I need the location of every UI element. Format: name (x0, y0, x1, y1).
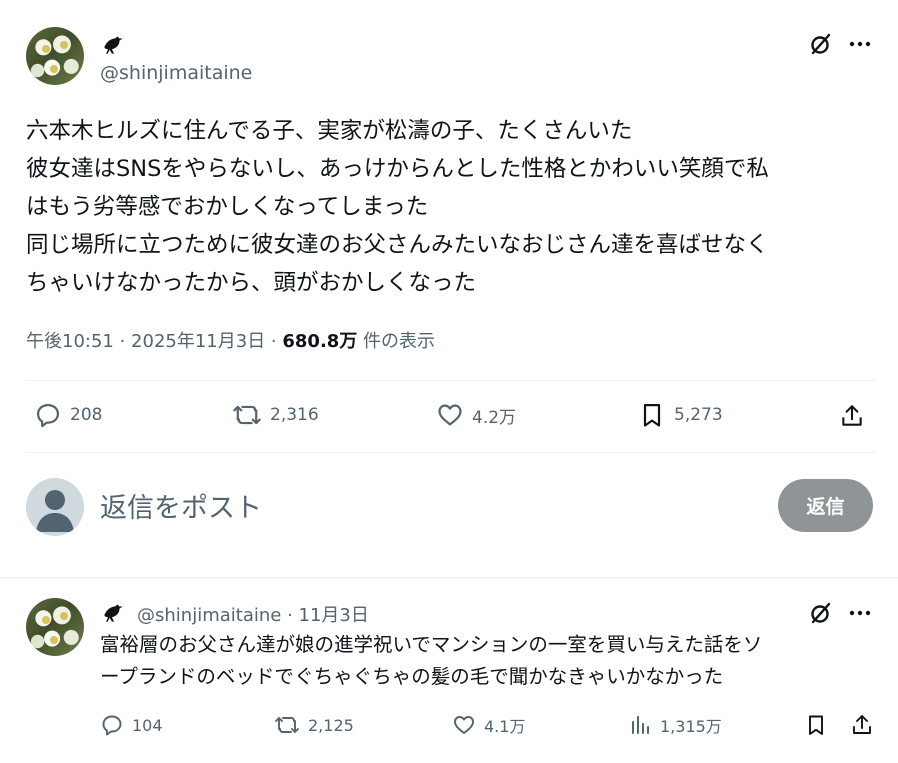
reply-button[interactable]: 104 (100, 713, 163, 737)
tweet-text-line: 六本木ヒルズに住んでる子、実家が松濤の子、たくさんいた (26, 118, 633, 144)
tweet-meta: 午後10:51 · 2025年11月3日 · 680.8万 件の表示 (26, 327, 435, 353)
tweet-text: 六本木ヒルズに住んでる子、実家が松濤の子、たくさんいた 彼女達はSNSをやらない… (26, 112, 876, 302)
view-count: 680.8万 (282, 331, 358, 352)
reply-tweet-text: 富裕層のお父さん達が娘の進学祝いでマンションの一室を買い与えた話をソ ープランド… (100, 629, 880, 693)
my-avatar[interactable] (26, 478, 84, 536)
reply-count: 208 (70, 405, 103, 425)
share-icon[interactable] (836, 400, 868, 432)
grok-icon[interactable] (806, 598, 836, 628)
tweet-text-line: 同じ場所に立つために彼女達のお父さんみたいなおじさん達を喜ばせなく (26, 232, 769, 258)
repost-count: 2,125 (308, 715, 354, 735)
like-button[interactable]: 4.2万 (436, 401, 516, 429)
reply-input[interactable]: 返信をポスト (100, 486, 262, 525)
heart-icon (438, 404, 462, 426)
reply-author-avatar[interactable] (26, 598, 84, 656)
crow-icon (104, 604, 123, 622)
reply-text-line: ープランドのベッドでぐちゃぐちゃの髪の毛で聞かなきゃいかなかった (100, 665, 724, 688)
repost-button[interactable]: 2,125 (274, 713, 354, 737)
separator-dot: · (281, 605, 299, 626)
bookmark-icon (643, 403, 661, 427)
bookmark-count: 5,273 (674, 405, 723, 425)
like-button[interactable]: 4.1万 (452, 713, 525, 737)
tweet-text-line: ちゃいけなかったから、頭がおかしくなった (26, 270, 477, 296)
divider (26, 380, 876, 381)
repost-icon (233, 405, 261, 425)
more-icon[interactable] (845, 29, 875, 59)
tweet-timestamp[interactable]: 午後10:51 · 2025年11月3日 · (26, 331, 282, 352)
reply-icon (102, 715, 122, 736)
reply-button[interactable]: 208 (34, 401, 102, 429)
reply-date[interactable]: 11月3日 (299, 605, 369, 626)
like-count: 4.1万 (484, 717, 526, 736)
repost-count: 2,316 (270, 405, 319, 425)
reply-text-line: 富裕層のお父さん達が娘の進学祝いでマンションの一室を買い与えた話をソ (100, 633, 763, 656)
crow-icon (104, 36, 123, 54)
repost-button[interactable]: 2,316 (232, 401, 319, 429)
like-count: 4.2万 (472, 407, 517, 428)
tweet-text-line: 彼女達はSNSをやらないし、あっけからんとした性格とかわいい笑顔で私 (26, 156, 769, 182)
views-icon (632, 716, 649, 734)
divider (26, 452, 876, 453)
bookmark-button[interactable]: 5,273 (638, 401, 723, 429)
share-icon[interactable] (848, 711, 876, 739)
reply-submit-button[interactable]: 返信 (778, 479, 873, 532)
reply-author-handle[interactable]: @shinjimaitaine (137, 605, 281, 626)
grok-icon[interactable] (806, 29, 836, 59)
tweet-text-line: はもう劣等感でおかしくなってしまった (26, 194, 429, 220)
section-divider (0, 577, 898, 579)
view-count-suffix: 件の表示 (357, 331, 436, 352)
more-icon[interactable] (845, 598, 875, 628)
views-button[interactable]: 1,315万 (628, 713, 722, 737)
reply-header: @shinjimaitaine · 11月3日 (137, 601, 369, 627)
repost-icon (275, 717, 299, 733)
heart-icon (454, 716, 474, 734)
author-avatar[interactable] (26, 27, 84, 85)
views-count: 1,315万 (660, 717, 722, 736)
bookmark-icon[interactable] (802, 711, 830, 739)
reply-count: 104 (132, 715, 163, 735)
author-handle[interactable]: @shinjimaitaine (100, 62, 252, 84)
reply-icon (36, 403, 60, 428)
